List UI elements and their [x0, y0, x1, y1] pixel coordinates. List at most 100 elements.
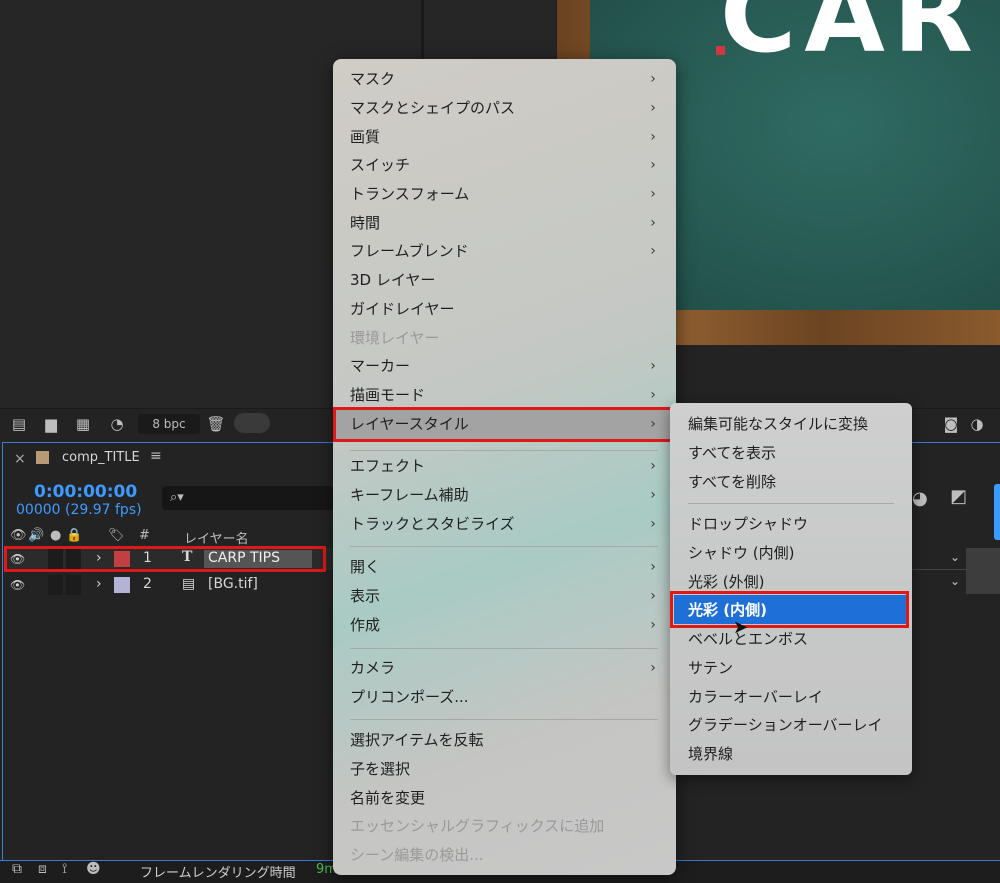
camera-snapshot-icon[interactable]: ◙ — [940, 415, 962, 433]
menu-item-label: マスク — [350, 70, 396, 88]
layer-search-input[interactable]: ⌕▾ — [162, 486, 334, 510]
chevron-right-icon: › — [650, 559, 656, 575]
composition-flowchart-icon[interactable]: ▤ — [8, 415, 30, 433]
menu-item-label: エッセンシャルグラフィックスに追加 — [350, 817, 605, 835]
current-timecode[interactable]: 0:00:00:00 — [34, 482, 137, 502]
render-time-label: フレームレンダリング時間 — [140, 866, 296, 881]
menu-item[interactable]: 時間 › — [350, 210, 660, 236]
label-column-icon: 🏷 — [108, 528, 125, 543]
menu-item[interactable]: 作成 › — [350, 612, 660, 638]
chevron-right-icon: › — [650, 157, 656, 173]
comp-toggle-icon[interactable]: ⧉ — [12, 861, 22, 877]
menu-item[interactable]: 3D レイヤー — [350, 267, 660, 293]
mode-dropdown[interactable]: ⌄ — [908, 550, 966, 570]
bpc-selector[interactable]: 8 bpc — [138, 414, 200, 434]
motion-blur-icon[interactable]: ◔ — [106, 415, 128, 433]
menu-item[interactable]: フレームブレンド › — [350, 238, 660, 264]
layer-toggle-icon[interactable]: ⧈ — [38, 861, 47, 877]
lock-column-icon: 🔒 — [66, 528, 83, 543]
draft-3d-icon[interactable]: ◕ — [912, 488, 928, 509]
toggle-switch[interactable] — [234, 413, 270, 433]
layer-name-column-header[interactable]: レイヤー名 — [184, 528, 249, 547]
submenu-item[interactable]: すべてを削除 — [688, 469, 904, 495]
menu-item[interactable]: 描画モード › — [350, 382, 660, 408]
number-column-header: # — [139, 528, 150, 543]
menu-item[interactable]: トランスフォーム › — [350, 181, 660, 207]
submenu-item[interactable]: ドロップシャドウ — [688, 511, 904, 537]
layer-number: 2 — [143, 576, 152, 592]
menu-item-label: キーフレーム補助 — [350, 486, 469, 504]
submenu-item[interactable]: シャドウ (内側) — [688, 540, 904, 566]
graph-editor-toggle[interactable] — [994, 484, 1000, 540]
menu-item-label: 子を選択 — [350, 760, 411, 778]
menu-item[interactable]: キーフレーム補助 › — [350, 482, 660, 508]
shy-layers-icon[interactable]: ☻ — [86, 861, 101, 877]
menu-item[interactable]: エフェクト › — [350, 453, 660, 479]
layer-name[interactable]: [BG.tif] — [208, 576, 258, 592]
submenu-item[interactable]: ベベルとエンボス — [688, 626, 904, 652]
frame-blending-icon[interactable]: ◩ — [950, 486, 967, 507]
visibility-eye-icon[interactable]: 👁 — [10, 578, 25, 592]
menu-separator — [350, 546, 658, 547]
close-icon[interactable]: × — [14, 451, 26, 467]
anchor-point-marker[interactable] — [716, 46, 725, 55]
menu-item[interactable]: トラックとスタビライズ › — [350, 511, 660, 537]
chevron-right-icon: › — [650, 100, 656, 116]
chevron-right-icon: › — [650, 660, 656, 676]
menu-item[interactable]: マーカー › — [350, 353, 660, 379]
menu-item-label: トラックとスタビライズ — [350, 515, 515, 533]
film-icon[interactable]: ▦ — [72, 415, 94, 433]
submenu-item[interactable]: 境界線 — [688, 741, 904, 767]
submenu-item[interactable]: カラーオーバーレイ — [688, 684, 904, 710]
menu-item[interactable]: 開く › — [350, 554, 660, 580]
panel-menu-icon[interactable]: ≡ — [150, 448, 162, 464]
submenu-item[interactable]: すべてを表示 — [688, 440, 904, 466]
menu-item-label: マーカー — [350, 357, 411, 375]
mouse-cursor-icon: ➤ — [733, 617, 749, 638]
menu-item[interactable]: マスク › — [350, 66, 660, 92]
expand-chevron-icon[interactable]: › — [96, 576, 102, 592]
solo-cell[interactable] — [48, 575, 63, 595]
menu-item[interactable]: ガイドレイヤー — [350, 296, 660, 322]
folder-icon[interactable]: ▆ — [40, 415, 62, 433]
submenu-item[interactable]: グラデーションオーバーレイ — [688, 712, 904, 738]
menu-item-label: ガイドレイヤー — [350, 300, 455, 318]
menu-item-label: スイッチ — [350, 156, 411, 174]
menu-separator — [350, 450, 658, 451]
menu-item: シーン編集の検出... — [350, 842, 660, 868]
menu-item[interactable]: 選択アイテムを反転 — [350, 727, 660, 753]
comp-tab-name[interactable]: comp_TITLE — [62, 450, 140, 465]
chevron-right-icon: › — [650, 487, 656, 503]
menu-item-label: 開く — [350, 558, 381, 576]
menu-item[interactable]: カメラ › — [350, 655, 660, 681]
menu-item-label: フレームブレンド — [350, 242, 469, 260]
menu-separator — [350, 648, 658, 649]
menu-item[interactable]: 画質 › — [350, 124, 660, 150]
submenu-item[interactable]: サテン — [688, 655, 904, 681]
menu-item[interactable]: スイッチ › — [350, 152, 660, 178]
transfer-controls-icon[interactable]: ⟟ — [62, 861, 67, 877]
lock-cell[interactable] — [66, 575, 81, 595]
chevron-right-icon: › — [650, 129, 656, 145]
menu-item[interactable]: 名前を変更 — [350, 785, 660, 811]
menu-item-label: 描画モード — [350, 386, 426, 404]
show-snapshot-icon[interactable]: ◑ — [966, 415, 988, 433]
menu-item-label: プリコンポーズ... — [350, 688, 469, 706]
menu-item-label: カメラ — [350, 659, 396, 677]
menu-item[interactable]: 子を選択 — [350, 756, 660, 782]
menu-item[interactable]: マスクとシェイプのパス › — [350, 95, 660, 121]
track-bar-area[interactable] — [966, 548, 1000, 594]
mode-dropdown[interactable]: ⌄ — [908, 574, 966, 594]
chevron-right-icon: › — [650, 358, 656, 374]
label-color-swatch[interactable] — [114, 577, 130, 593]
submenu-item[interactable]: 編集可能なスタイルに変換 — [688, 411, 904, 437]
chevron-right-icon: › — [650, 186, 656, 202]
menu-item[interactable]: 表示 › — [350, 583, 660, 609]
chevron-right-icon: › — [650, 215, 656, 231]
annotation-highlight-box — [670, 591, 909, 628]
menu-item-label: 3D レイヤー — [350, 271, 436, 289]
trash-icon[interactable]: 🗑 — [205, 415, 227, 433]
menu-item[interactable]: プリコンポーズ... — [350, 684, 660, 710]
chevron-right-icon: › — [650, 458, 656, 474]
menu-item: エッセンシャルグラフィックスに追加 — [350, 813, 660, 839]
